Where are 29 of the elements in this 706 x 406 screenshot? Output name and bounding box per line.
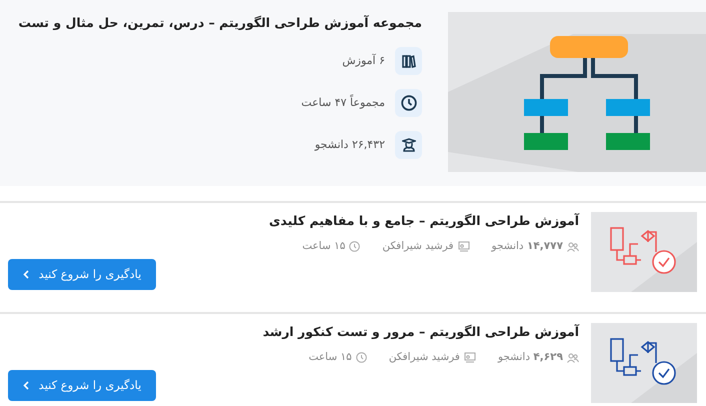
- users-icon: [567, 352, 579, 363]
- leaf-node: [606, 133, 650, 150]
- clock-icon: [400, 95, 416, 111]
- clock-icon: [349, 241, 360, 252]
- meta-text: فرشید شیرافکن: [382, 239, 454, 254]
- start-learning-button[interactable]: یادگیری را شروع کنید: [8, 258, 156, 290]
- chevron-left-icon: [22, 380, 29, 390]
- start-learning-button[interactable]: یادگیری را شروع کنید: [8, 370, 156, 401]
- presentation-icon: [464, 352, 476, 364]
- meta-text: ۱۴,۷۷۷ دانشجو: [492, 239, 563, 254]
- course-title[interactable]: آموزش طراحی الگوریتم – مرور و تست کنکور ارشد: [8, 323, 579, 341]
- chevron-left-icon: [22, 270, 29, 279]
- course-title[interactable]: آموزش طراحی الگوریتم – جامع و با مفاهیم کلیدی: [8, 212, 579, 230]
- meta-text: ۴,۶۲۹ دانشجو: [498, 350, 563, 365]
- child-node: [606, 99, 650, 116]
- stat-text: ۲۶,۴۳۲ دانشجو: [314, 136, 385, 153]
- presentation-icon: [458, 241, 470, 252]
- meta-text: ۱۵ ساعت: [302, 239, 346, 254]
- collection-title: مجموعه آموزش طراحی الگوریتم – درس، تمرین، حل مثال و تست: [17, 14, 422, 32]
- books-icon: [402, 54, 416, 68]
- stat-text: مجموعاً ۴۷ ساعت: [301, 94, 385, 111]
- graduate-icon: [402, 138, 416, 152]
- clock-icon: [356, 352, 367, 364]
- child-node: [524, 99, 568, 116]
- stat-text: ۶ آموزش: [342, 52, 385, 69]
- leaf-node: [524, 133, 568, 150]
- meta-text: ۱۵ ساعت: [308, 350, 352, 365]
- meta-text: فرشید شیرافکن: [388, 350, 460, 365]
- users-icon: [567, 242, 579, 252]
